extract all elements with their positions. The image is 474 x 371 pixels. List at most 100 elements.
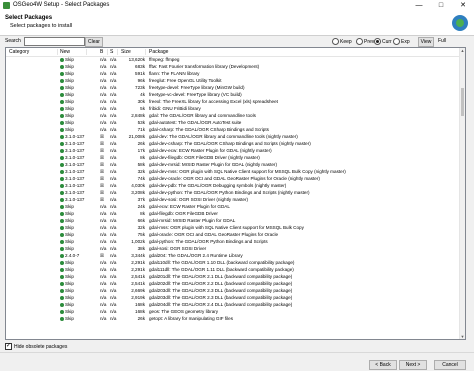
prev-radio[interactable]: Prev xyxy=(356,38,374,45)
package-row[interactable]: Skip n/a n/a 591k flann: The FLANN library xyxy=(6,71,461,77)
package-row[interactable]: 3.1.0-137 ☒ n/a 21,008k gdal-dev: The GDAL/O… xyxy=(6,134,461,140)
package-row[interactable]: Skip n/a n/a 168k gdal204dll: The GDAL/OGR 2… xyxy=(6,302,461,308)
new-action[interactable]: Skip xyxy=(60,113,98,119)
clear-button[interactable]: Clear xyxy=(85,37,103,47)
package-row[interactable]: 2.4.0-7 ☒ n/a 3,344k gdal204: The GDAL/OGR 2… xyxy=(6,253,461,259)
new-action[interactable]: Skip xyxy=(60,71,98,77)
package-row[interactable]: Skip n/a n/a 1,002k gdal-python: The GDAL/OG… xyxy=(6,239,461,245)
view-button[interactable]: View xyxy=(418,37,434,47)
package-row[interactable]: Skip n/a n/a 8k gdal-filegdb: OGR FileGDB Dr… xyxy=(6,211,461,217)
binary-cell[interactable]: n/a xyxy=(100,225,109,231)
source-cell[interactable]: n/a xyxy=(110,71,119,77)
cycle-icon[interactable] xyxy=(60,190,64,195)
binary-cell[interactable]: n/a xyxy=(100,302,109,308)
package-row[interactable]: Skip n/a n/a 32k gdal-mss: OGR plugin with S… xyxy=(6,225,461,231)
cycle-icon[interactable] xyxy=(60,162,64,167)
binary-cell[interactable]: n/a xyxy=(100,211,109,217)
package-row[interactable]: 3.1.0-137 ☒ n/a 37k gdal-dev-sosi: OGR SOSI … xyxy=(6,197,461,203)
package-row[interactable]: Skip n/a n/a 723k freetype-devel: FreeType l… xyxy=(6,85,461,91)
package-row[interactable]: Skip n/a n/a 30k freexl: The FreeXL library … xyxy=(6,99,461,105)
new-action[interactable]: Skip xyxy=(60,85,98,91)
source-cell[interactable]: n/a xyxy=(110,134,119,140)
cycle-icon[interactable] xyxy=(60,71,64,76)
package-row[interactable]: Skip n/a n/a 24k gdal-ecw: ECW Raster Plugin… xyxy=(6,204,461,210)
binary-cell[interactable]: n/a xyxy=(100,281,109,287)
exp-radio-dot[interactable] xyxy=(393,38,400,45)
keep-radio-dot[interactable] xyxy=(332,38,339,45)
new-action[interactable]: Skip xyxy=(60,309,98,315)
cycle-icon[interactable] xyxy=(60,302,64,307)
cycle-icon[interactable] xyxy=(60,141,64,146)
cycle-icon[interactable] xyxy=(60,267,64,272)
cycle-icon[interactable] xyxy=(60,113,64,118)
binary-cell[interactable]: n/a xyxy=(100,246,109,252)
binary-cell[interactable]: n/a xyxy=(100,239,109,245)
new-action[interactable]: Skip xyxy=(60,225,98,231)
source-cell[interactable]: n/a xyxy=(110,57,119,63)
new-action[interactable]: Skip xyxy=(60,281,98,287)
new-action[interactable]: Skip xyxy=(60,78,98,84)
package-row[interactable]: Skip n/a n/a 75k gdal-oracle: OGR OCI and GD… xyxy=(6,232,461,238)
package-row[interactable]: Skip n/a n/a 2,669k gdal203dll: The GDAL/OGR… xyxy=(6,288,461,294)
package-row[interactable]: Skip n/a n/a 2,541k gdal202dll: The GDAL/OGR… xyxy=(6,281,461,287)
new-action[interactable]: 3.1.0-137 xyxy=(60,190,98,196)
new-action[interactable]: Skip xyxy=(60,92,98,98)
binary-cell[interactable]: ☒ xyxy=(100,197,109,203)
cycle-icon[interactable] xyxy=(60,253,64,258)
source-cell[interactable]: n/a xyxy=(110,127,119,133)
new-action[interactable]: Skip xyxy=(60,120,98,126)
cycle-icon[interactable] xyxy=(60,232,64,237)
next-button[interactable]: Next > xyxy=(399,360,427,370)
new-action[interactable]: Skip xyxy=(60,239,98,245)
source-cell[interactable]: n/a xyxy=(110,281,119,287)
binary-cell[interactable]: n/a xyxy=(100,71,109,77)
binary-cell[interactable]: ☒ xyxy=(100,134,109,140)
package-row[interactable]: Skip n/a n/a 683k fftw: Fast Fourier transfo… xyxy=(6,64,461,70)
binary-cell[interactable]: ☒ xyxy=(100,169,109,175)
new-action[interactable]: Skip xyxy=(60,106,98,112)
source-cell[interactable]: n/a xyxy=(110,113,119,119)
new-action[interactable]: Skip xyxy=(60,57,98,63)
source-cell[interactable]: n/a xyxy=(110,302,119,308)
binary-cell[interactable]: ☒ xyxy=(100,155,109,161)
package-row[interactable]: Skip n/a n/a 96k freeglut: Free OpenGL Utili… xyxy=(6,78,461,84)
binary-cell[interactable]: n/a xyxy=(100,78,109,84)
new-action[interactable]: Skip xyxy=(60,274,98,280)
binary-cell[interactable]: n/a xyxy=(100,267,109,273)
hide-obsolete-box[interactable] xyxy=(5,342,12,350)
cycle-icon[interactable] xyxy=(60,239,64,244)
cycle-icon[interactable] xyxy=(60,85,64,90)
curr-radio[interactable]: Curr xyxy=(374,38,392,45)
package-row[interactable]: Skip n/a n/a 168k geos: The GEOS geometry li… xyxy=(6,309,461,315)
source-cell[interactable]: n/a xyxy=(110,162,119,168)
cycle-icon[interactable] xyxy=(60,134,64,139)
package-row[interactable]: 3.1.0-137 ☒ n/a 74k gdal-dev-oracle: OGR OCI… xyxy=(6,176,461,182)
new-action[interactable]: 3.1.0-137 xyxy=(60,155,98,161)
col-size[interactable]: Size xyxy=(121,49,146,55)
scroll-down-icon[interactable]: ▼ xyxy=(460,334,465,339)
new-action[interactable]: Skip xyxy=(60,316,98,322)
package-row[interactable]: Skip n/a n/a 4k freetype-vc-devel: FreeType … xyxy=(6,92,461,98)
source-cell[interactable]: n/a xyxy=(110,64,119,70)
package-list[interactable]: Category New B S Size Package Skip n/a n/a… xyxy=(5,47,466,340)
package-row[interactable]: Skip n/a n/a 38k gdal-sosi: OGR SOSI Driver xyxy=(6,246,461,252)
source-cell[interactable]: n/a xyxy=(110,155,119,161)
col-package[interactable]: Package xyxy=(149,49,299,55)
binary-cell[interactable]: n/a xyxy=(100,92,109,98)
binary-cell[interactable]: n/a xyxy=(100,204,109,210)
source-cell[interactable]: n/a xyxy=(110,92,119,98)
new-action[interactable]: 3.1.0-137 xyxy=(60,197,98,203)
new-action[interactable]: Skip xyxy=(60,232,98,238)
new-action[interactable]: Skip xyxy=(60,260,98,266)
cycle-icon[interactable] xyxy=(60,183,64,188)
new-action[interactable]: 2.4.0-7 xyxy=(60,253,98,259)
source-cell[interactable]: n/a xyxy=(110,274,119,280)
cycle-icon[interactable] xyxy=(60,316,64,321)
package-row[interactable]: 3.1.0-137 ☒ n/a 17k gdal-dev-ecw: ECW Raster… xyxy=(6,148,461,154)
package-row[interactable]: Skip n/a n/a 2,848k gdal: The GDAL/OGR libra… xyxy=(6,113,461,119)
search-input[interactable] xyxy=(24,37,85,46)
new-action[interactable]: Skip xyxy=(60,288,98,294)
package-row[interactable]: Skip n/a n/a 26k getopt: A library for manip… xyxy=(6,316,461,322)
cycle-icon[interactable] xyxy=(60,57,64,62)
scroll-up-icon[interactable]: ▲ xyxy=(460,48,465,53)
